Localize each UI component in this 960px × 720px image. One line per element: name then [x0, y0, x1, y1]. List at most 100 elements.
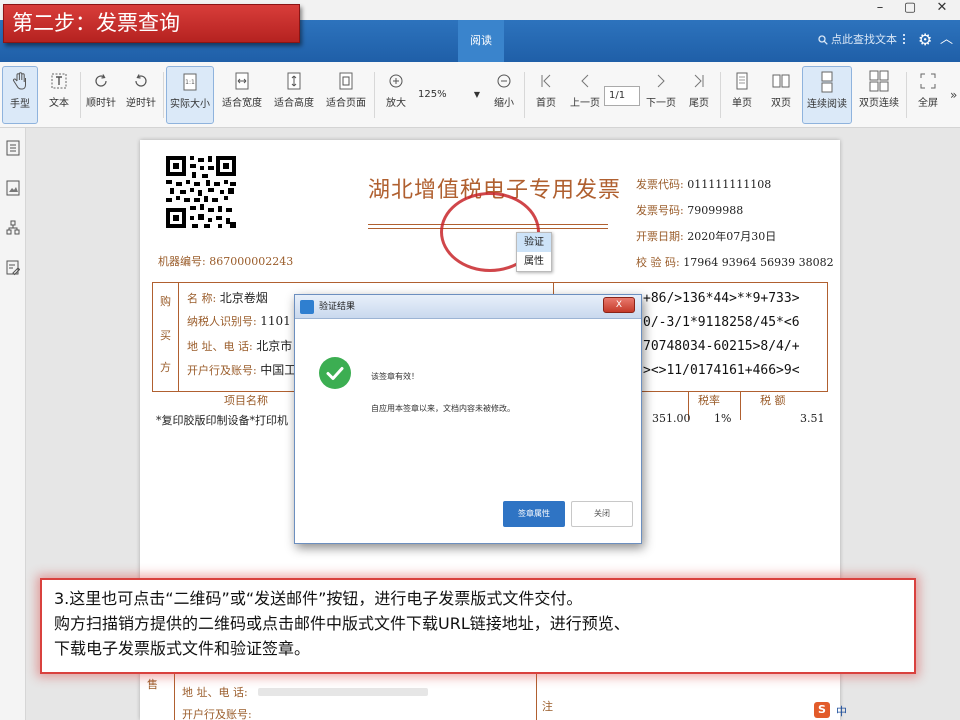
more-menu-icon[interactable]	[903, 32, 906, 50]
double-continuous-button[interactable]: 双页连续	[856, 66, 902, 124]
text-select-icon	[42, 66, 76, 96]
prev-page-label: 上一页	[570, 98, 600, 109]
menu-item-verify[interactable]: 验证	[517, 233, 551, 252]
buyer-name-row: 名 称: 北京卷烟	[187, 289, 268, 306]
single-page-icon	[726, 66, 758, 96]
zoom-out-button[interactable]: 缩小	[488, 66, 520, 124]
buyer-address-row: 地 址、电 话: 北京市	[187, 337, 292, 354]
toolbar-divider	[720, 72, 721, 118]
check-code-value: 17964 93964 56939 38082	[683, 256, 834, 269]
amount-cell: 351.00	[652, 412, 691, 425]
double-page-label: 双页	[771, 98, 791, 109]
collapse-icon[interactable]: ︿	[940, 30, 953, 50]
menu-item-properties[interactable]: 属性	[517, 252, 551, 271]
buyer-side-char: 方	[160, 361, 171, 374]
fit-height-button[interactable]: 适合高度	[270, 66, 318, 124]
close-window-button[interactable]: ✕	[926, 0, 958, 18]
callout-line: 下载电子发票版式文件和验证签章。	[54, 639, 311, 658]
page-number-input[interactable]: 1/1	[604, 86, 640, 106]
tax-amount-header: 税 额	[760, 394, 786, 407]
fit-width-button[interactable]: 适合宽度	[218, 66, 266, 124]
actual-size-button[interactable]: 1:1 实际大小	[166, 66, 214, 124]
machine-number-value: 867000002243	[209, 255, 294, 268]
tab-read[interactable]: 阅读	[458, 20, 504, 62]
svg-text:1:1: 1:1	[185, 79, 195, 86]
invoice-date-label: 开票日期:	[636, 230, 684, 243]
double-page-button[interactable]: 双页	[764, 66, 798, 124]
blurred-text	[258, 688, 428, 696]
single-page-button[interactable]: 单页	[726, 66, 758, 124]
item-name-header: 项目名称	[224, 394, 268, 407]
hand-tool-button[interactable]: 手型	[2, 66, 38, 124]
text-tool-button[interactable]: 文本	[42, 66, 76, 124]
callout-line: 购方扫描销方提供的二维码或点击邮件中版式文件下载URL链接地址，进行预览、	[54, 614, 630, 633]
check-code: 校 验 码: 17964 93964 56939 38082	[636, 254, 834, 270]
fit-height-icon	[270, 66, 318, 96]
rotate-ccw-button[interactable]: 逆时针	[122, 66, 160, 124]
zoom-out-label: 缩小	[494, 98, 514, 109]
buyer-address-value: 北京市	[256, 339, 293, 353]
double-page-icon	[764, 66, 798, 96]
first-page-button[interactable]: 首页	[530, 66, 562, 124]
zoom-in-button[interactable]: 放大	[380, 66, 412, 124]
verify-result-dialog: 验证结果 X 该签章有效！ 自应用本签章以来，文档内容未被修改。 签章属性 关闭	[294, 294, 642, 544]
annotation-icon[interactable]	[5, 260, 21, 276]
first-page-icon	[530, 66, 562, 96]
column-divider	[740, 392, 741, 420]
buyer-taxid-row: 纳税人识别号: 1101	[187, 313, 291, 329]
thumbnail-icon[interactable]	[5, 180, 21, 196]
toolbar: 手型 文本 顺时针 逆时针 1:1 实际大小 适合宽度 适合高度 适合页面 放大…	[0, 62, 960, 128]
next-page-label: 下一页	[646, 98, 676, 109]
instruction-callout: 3.这里也可点击“二维码”或“发送邮件”按钮，进行电子发票版式文件交付。 购方扫…	[40, 578, 916, 674]
last-page-button[interactable]: 尾页	[684, 66, 714, 124]
more-tools-icon[interactable]: »	[950, 88, 957, 102]
remark-label: 注	[542, 700, 553, 713]
machine-number: 机器编号: 867000002243	[158, 253, 293, 269]
zoom-select[interactable]: 125% ▼	[412, 86, 484, 104]
cipher-line: +86/>136*44>**9+733>	[643, 291, 800, 306]
step-banner: 第二步：发票查询	[3, 4, 300, 43]
fit-height-label: 适合高度	[274, 98, 314, 109]
sogou-logo-icon[interactable]: S	[814, 702, 830, 718]
next-page-button[interactable]: 下一页	[644, 66, 678, 124]
buyer-side-char: 购	[160, 295, 171, 308]
outline-icon[interactable]	[5, 140, 21, 156]
ime-mode[interactable]: 中	[836, 703, 847, 719]
invoice-code-value: 011111111108	[687, 178, 772, 191]
hand-icon	[3, 67, 37, 97]
signature-properties-button[interactable]: 签章属性	[503, 501, 565, 527]
text-label: 文本	[49, 98, 69, 109]
prev-page-button[interactable]: 上一页	[568, 66, 602, 124]
fit-page-icon	[322, 66, 370, 96]
dialog-close-button[interactable]: X	[603, 297, 635, 313]
column-divider	[174, 674, 175, 720]
fit-width-label: 适合宽度	[222, 98, 262, 109]
gear-icon[interactable]: ⚙	[918, 30, 932, 50]
buyer-side-column: 购 买 方	[153, 283, 179, 391]
toolbar-divider	[524, 72, 525, 118]
toolbar-divider	[906, 72, 907, 118]
continuous-read-button[interactable]: 连续阅读	[802, 66, 852, 124]
chevron-left-icon	[568, 66, 602, 96]
buyer-bank-value: 中国工	[260, 363, 297, 377]
column-divider	[536, 674, 537, 720]
rotate-cw-button[interactable]: 顺时针	[84, 66, 118, 124]
fit-page-button[interactable]: 适合页面	[322, 66, 370, 124]
structure-icon[interactable]	[5, 220, 21, 236]
dialog-titlebar: 验证结果 X	[295, 295, 641, 319]
context-menu: 验证 属性	[516, 232, 552, 272]
close-button[interactable]: 关闭	[571, 501, 633, 527]
search-text-button[interactable]: 点此查找文本	[818, 30, 897, 50]
success-check-icon	[319, 357, 351, 389]
minimize-button[interactable]: –	[864, 0, 896, 18]
last-page-icon	[684, 66, 714, 96]
fullscreen-button[interactable]: 全屏	[910, 66, 946, 124]
cipher-line: ><>11/0174161+466>9<	[643, 363, 800, 378]
search-icon	[818, 35, 828, 45]
qr-code-icon[interactable]	[166, 156, 236, 228]
restore-button[interactable]: ▢	[894, 0, 926, 18]
dialog-message-unmodified: 自应用本签章以来，文档内容未被修改。	[371, 404, 515, 413]
rotate-cw-label: 顺时针	[86, 98, 116, 109]
buyer-address-label: 地 址、电 话:	[187, 340, 253, 353]
search-label: 点此查找文本	[831, 33, 897, 46]
